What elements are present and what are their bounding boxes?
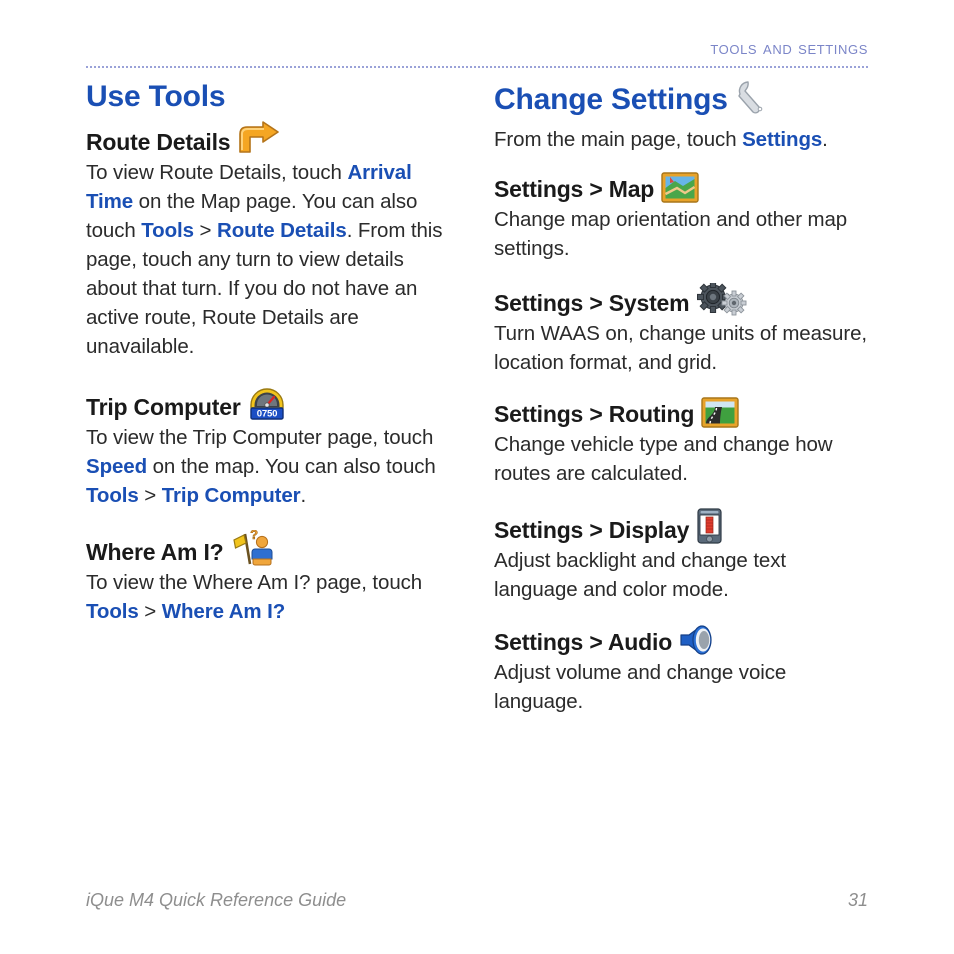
heading-text: Settings > Routing [494, 401, 695, 427]
question-mark-glyph: ? [250, 530, 258, 542]
heading-trip-computer: Trip Computer 0750 [86, 381, 446, 421]
text-run: From the main page, touch [494, 128, 743, 151]
paragraph-trip-computer: To view the Trip Computer page, touch Sp… [86, 423, 446, 510]
running-header: Tools and Settings [86, 38, 868, 60]
text-run: To view the Where Am I? page, touch [86, 571, 423, 594]
gears-icon [696, 281, 748, 317]
text-run: . [822, 128, 828, 151]
link-trip-computer: Trip Computer [161, 484, 301, 507]
road-icon [701, 397, 739, 428]
paragraph-where-am-i: To view the Where Am I? page, touch Tool… [86, 568, 446, 626]
block-settings-audio: Settings > Audio Adjust volume and chang… [494, 624, 868, 716]
page-footer: iQue M4 Quick Reference Guide 31 [86, 890, 868, 911]
footer-guide-title: iQue M4 Quick Reference Guide [86, 890, 347, 910]
text-run: on the map. You can also touch [147, 455, 436, 478]
heading-route-details: Route Details [86, 120, 446, 156]
section-title-text: Use Tools [86, 80, 226, 113]
section-title-change-settings: Change Settings [494, 80, 868, 119]
link-tools: Tools [86, 600, 139, 623]
text-run: > [138, 484, 162, 507]
link-tools: Tools [141, 219, 194, 242]
heading-settings-audio: Settings > Audio [494, 624, 868, 656]
footer-page-number: 31 [847, 890, 868, 910]
person-with-flag-question-icon: ? [231, 527, 275, 566]
speedometer-icon: 0750 [248, 381, 286, 421]
document-page: Tools and Settings Use Tools Route Detai… [0, 0, 954, 954]
link-speed: Speed [86, 455, 148, 478]
left-column: Use Tools Route Details To view Route De… [86, 80, 446, 646]
heading-text: Settings > Audio [494, 629, 673, 655]
heading-text: Where Am I? [86, 539, 224, 565]
block-settings-map: Settings > Map Change map orientation an… [494, 172, 868, 263]
running-header-text: Tools and Settings [710, 38, 868, 59]
wrench-icon [736, 80, 770, 116]
paragraph-change-settings-intro: From the main page, touch Settings. [494, 125, 868, 154]
heading-where-am-i: Where Am I? ? [86, 527, 446, 566]
text-run: > [138, 600, 162, 623]
heading-text: Route Details [86, 129, 231, 155]
block-settings-display: Settings > Display Adjust backlight and … [494, 508, 868, 604]
turn-right-arrow-icon [237, 120, 281, 154]
block-settings-system: Settings > System Turn WAAS on, change u… [494, 281, 868, 377]
section-title-text: Change Settings [494, 82, 728, 116]
block-where-am-i: Where Am I? ? To view the Where Am I? pa… [86, 527, 446, 626]
paragraph-route-details: To view Route Details, touch Arrival Tim… [86, 158, 446, 361]
paragraph-settings-map: Change map orientation and other map set… [494, 208, 848, 260]
heading-text: Settings > Map [494, 176, 655, 202]
paragraph-settings-display: Adjust backlight and change text languag… [494, 549, 786, 601]
link-tools: Tools [86, 484, 139, 507]
heading-text: Settings > Display [494, 517, 690, 543]
right-column: Change Settings From the main page, touc… [494, 80, 868, 736]
link-where-am-i: Where Am I? [161, 600, 286, 623]
speedometer-value: 0750 [256, 409, 277, 420]
heading-text: Settings > System [494, 290, 690, 316]
paragraph-settings-routing: Change vehicle type and change how route… [494, 433, 833, 485]
link-route-details: Route Details [216, 219, 347, 242]
speaker-icon [679, 624, 717, 656]
link-settings: Settings [742, 128, 823, 151]
text-run: To view the Trip Computer page, touch [86, 426, 434, 449]
paragraph-settings-audio: Adjust volume and change voice language. [494, 661, 787, 713]
text-run: > [193, 219, 217, 242]
heading-text: Trip Computer [86, 394, 241, 420]
block-trip-computer: Trip Computer 0750 To view the Trip Comp… [86, 381, 446, 510]
block-route-details: Route Details To view Route Details, tou… [86, 120, 446, 361]
map-thumbnail-icon [661, 172, 699, 203]
heading-settings-display: Settings > Display [494, 508, 868, 544]
header-dotted-rule [86, 66, 868, 70]
text-run: . [300, 484, 307, 507]
heading-settings-routing: Settings > Routing [494, 397, 868, 428]
paragraph-settings-system: Turn WAAS on, change units of measure, l… [494, 322, 867, 374]
heading-settings-map: Settings > Map [494, 172, 868, 203]
text-run: To view Route Details, touch [86, 161, 348, 184]
section-title-use-tools: Use Tools [86, 80, 446, 114]
block-settings-routing: Settings > Routing Change vehicle type a… [494, 397, 868, 488]
heading-settings-system: Settings > System [494, 281, 868, 317]
handheld-device-icon [696, 508, 723, 544]
